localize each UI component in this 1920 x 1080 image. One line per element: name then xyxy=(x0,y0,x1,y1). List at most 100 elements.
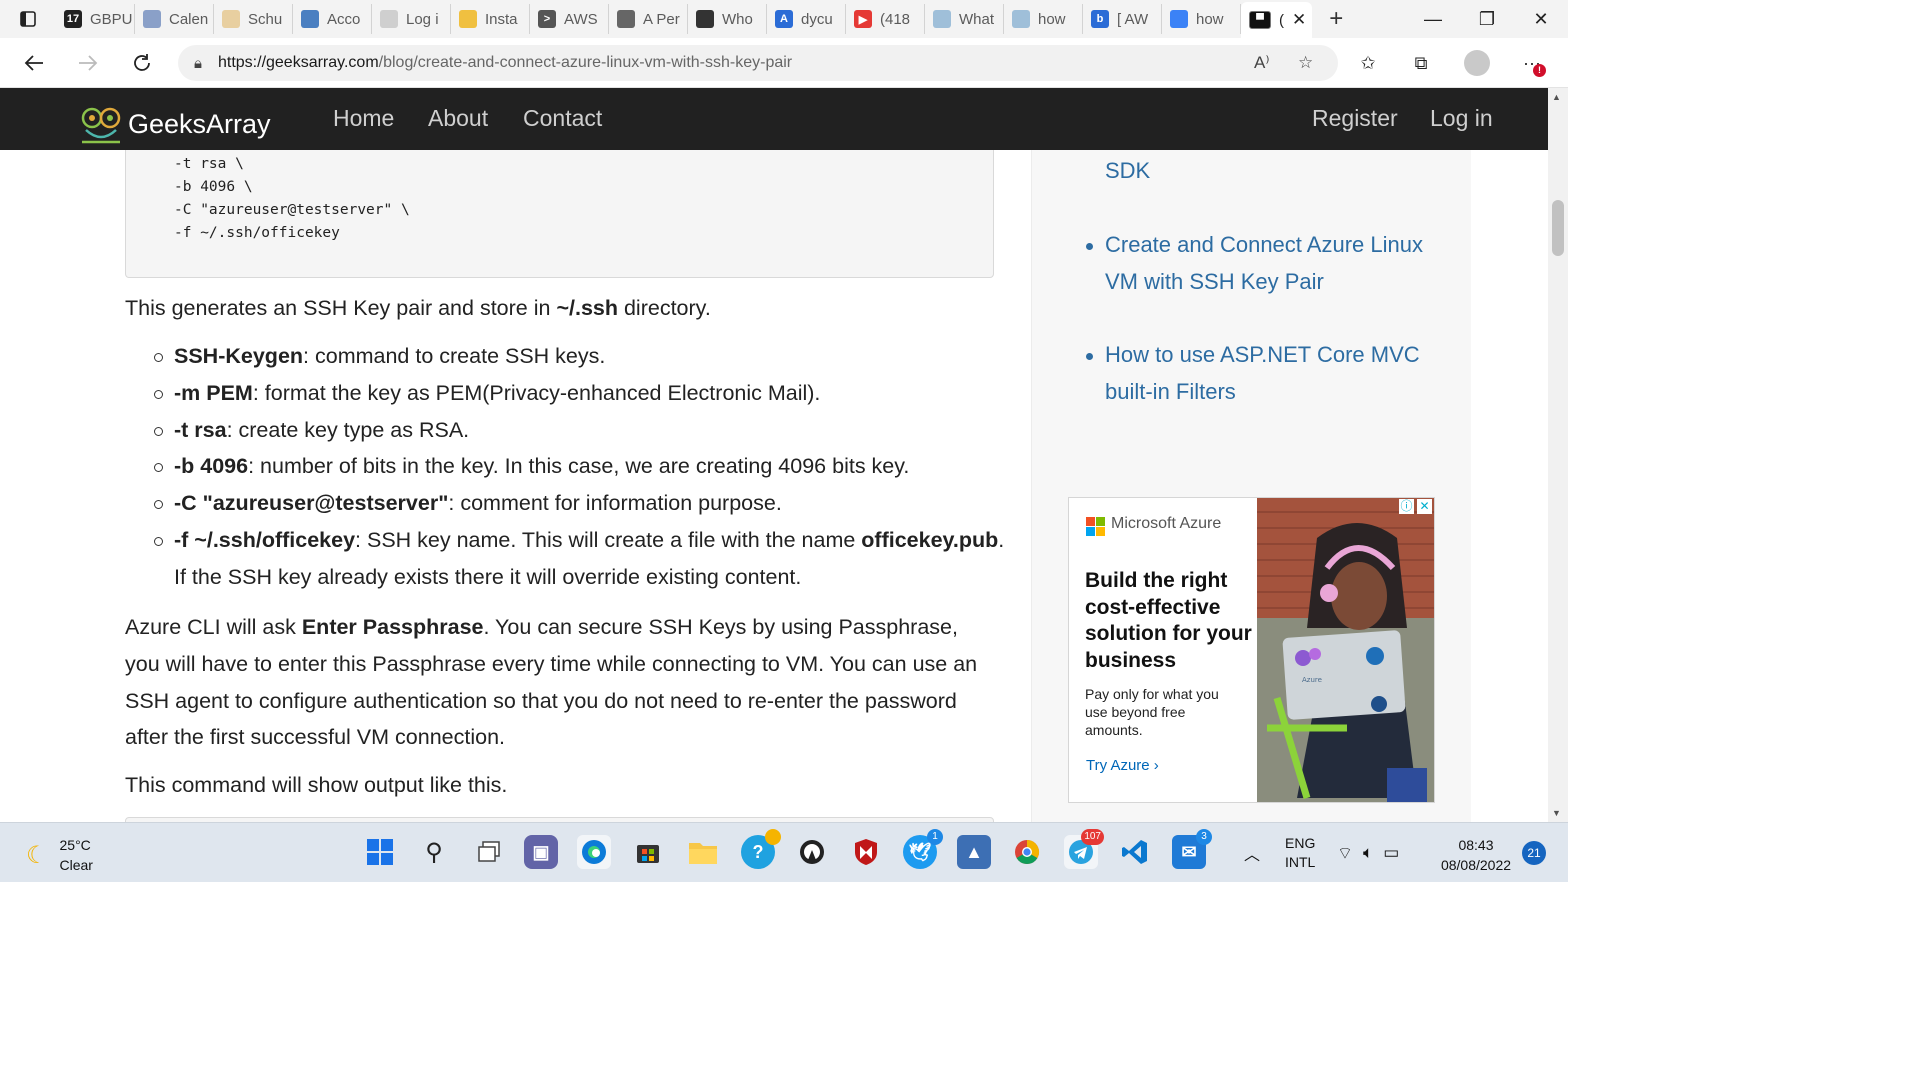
refresh-button[interactable] xyxy=(116,38,168,88)
search-button[interactable]: ⚲ xyxy=(417,835,451,869)
show-hidden-icons-button[interactable]: ︿ xyxy=(1244,823,1260,883)
ad-info-icon[interactable]: ⓘ xyxy=(1399,499,1414,514)
scroll-thumb[interactable] xyxy=(1552,200,1564,256)
browser-tab[interactable]: Log i xyxy=(372,4,451,34)
browser-tab[interactable]: What xyxy=(925,4,1004,34)
read-aloud-icon[interactable]: A⁾ xyxy=(1254,45,1270,81)
collections-button[interactable]: ⧉ xyxy=(1401,38,1441,88)
maximize-button[interactable]: ❐ xyxy=(1460,0,1514,38)
favorites-button[interactable]: ✩ xyxy=(1348,38,1388,88)
weather-widget[interactable]: ☾ 25°C Clear xyxy=(26,835,93,875)
nav-home-link[interactable]: Home xyxy=(333,105,394,132)
edge-taskbar-button[interactable] xyxy=(577,835,611,869)
sidebar-link-aspnet-filters[interactable]: How to use ASP.NET Core MVC built-in Fil… xyxy=(1105,337,1435,410)
tab-label: Schu xyxy=(248,10,283,28)
ad-close-icon[interactable]: ✕ xyxy=(1417,499,1432,514)
browser-tab[interactable]: 17 GBPU xyxy=(56,4,135,34)
store-button[interactable] xyxy=(631,835,665,869)
page-scrollbar[interactable]: ▲ ▼ xyxy=(1548,88,1568,822)
vscode-button[interactable] xyxy=(1118,835,1152,869)
minimize-button[interactable]: — xyxy=(1406,0,1460,38)
help-icon: ? xyxy=(752,841,764,862)
mail-button[interactable]: ✉ 3 xyxy=(1172,829,1212,869)
notification-center-badge[interactable]: 21 xyxy=(1522,841,1546,865)
profile-button[interactable] xyxy=(1457,38,1497,88)
ad-headline: Build the right cost-effective solution … xyxy=(1085,569,1252,672)
tab-label: A Per xyxy=(643,10,680,28)
helper-app-button[interactable]: ? xyxy=(741,829,781,869)
tab-active[interactable]: ▀ ( ✕ xyxy=(1241,2,1313,38)
settings-menu-button[interactable]: ···! xyxy=(1512,38,1552,88)
tab-actions-button[interactable] xyxy=(0,0,56,38)
browser-tab[interactable]: Acco xyxy=(293,4,372,34)
browser-tab[interactable]: A Per xyxy=(609,4,688,34)
system-clock[interactable]: 08:43 08/08/2022 xyxy=(1426,835,1526,875)
browser-tab[interactable]: Calen xyxy=(135,4,214,34)
sidebar-link-sdk[interactable]: SDK xyxy=(1105,153,1150,190)
sidebar-bullet xyxy=(1086,353,1093,360)
option-flag: -t rsa xyxy=(174,417,227,442)
close-tab-icon[interactable]: ✕ xyxy=(1292,10,1306,30)
forward-button[interactable] xyxy=(62,38,114,88)
tab-favicon-icon xyxy=(933,10,951,28)
ad-choices[interactable]: ⓘ ✕ xyxy=(1399,499,1432,514)
browser-tab[interactable]: Adycu xyxy=(767,4,846,34)
mcafee-shield-icon xyxy=(855,839,877,865)
new-tab-button[interactable]: + xyxy=(1312,5,1360,33)
azure-advertisement[interactable]: Microsoft Azure Build the right cost-eff… xyxy=(1068,497,1435,803)
scroll-down-arrow-icon[interactable]: ▼ xyxy=(1552,808,1561,818)
nav-register-link[interactable]: Register xyxy=(1312,105,1398,132)
input-language-button[interactable]: ENG INTL xyxy=(1285,823,1315,883)
laptop-sticker-text: Azure xyxy=(1302,676,1322,684)
browser-tab[interactable]: b [ AW xyxy=(1083,4,1162,34)
tab-favicon-icon: ▶ xyxy=(854,10,872,28)
tab-label: [ AW xyxy=(1117,10,1149,28)
file-explorer-button[interactable] xyxy=(686,835,720,869)
tab-favicon-icon: 17 xyxy=(64,10,82,28)
microsoft-logo-icon xyxy=(1086,517,1105,536)
back-button[interactable] xyxy=(8,38,60,88)
tab-favicon-icon xyxy=(1170,10,1188,28)
nav-about-link[interactable]: About xyxy=(428,105,488,132)
browser-tab[interactable]: Insta xyxy=(451,4,530,34)
add-favorite-icon[interactable]: ☆ xyxy=(1298,45,1313,81)
brand-name: GeeksArray xyxy=(128,108,271,139)
scroll-up-arrow-icon[interactable]: ▲ xyxy=(1552,92,1561,102)
openvpn-button[interactable] xyxy=(795,835,829,869)
option-list-item: SSH-Keygen: command to create SSH keys. xyxy=(150,338,1010,375)
browser-tab[interactable]: > AWS xyxy=(530,4,609,34)
browser-tab[interactable]: Schu xyxy=(214,4,293,34)
favorites-icon: ✩ xyxy=(1360,52,1376,73)
wifi-icon: ⌔ xyxy=(1337,843,1353,863)
start-button[interactable] xyxy=(363,835,397,869)
lock-icon[interactable]: 🔒︎ xyxy=(194,55,202,72)
tab-label: how xyxy=(1196,10,1224,28)
chrome-button[interactable] xyxy=(1010,835,1044,869)
pub-file-name: officekey.pub xyxy=(861,527,999,552)
telegram-button[interactable]: 107 xyxy=(1064,829,1104,869)
teams-chat-button[interactable]: ▣ xyxy=(524,835,558,869)
twitter-button[interactable]: 🕊︎ 1 xyxy=(903,829,943,869)
close-window-button[interactable]: ✕ xyxy=(1514,0,1568,38)
task-view-icon xyxy=(478,841,500,862)
mcafee-button[interactable] xyxy=(849,835,883,869)
refresh-icon xyxy=(134,53,150,71)
nav-contact-link[interactable]: Contact xyxy=(523,105,602,132)
browser-tab[interactable]: ▶ (418 xyxy=(846,4,925,34)
browser-tab[interactable]: how xyxy=(1004,4,1083,34)
tab-label: Who xyxy=(722,10,753,28)
task-view-button[interactable] xyxy=(472,835,506,869)
browser-tab[interactable]: how xyxy=(1162,4,1241,34)
tab-label: dycu xyxy=(801,10,833,28)
option-description: : command to create SSH keys. xyxy=(303,344,606,368)
quick-settings-button[interactable]: ⌔ 🔈︎ ▭ xyxy=(1337,823,1399,883)
nav-login-link[interactable]: Log in xyxy=(1430,105,1493,132)
tab-favicon-icon: > xyxy=(538,10,556,28)
browser-tab[interactable]: Who xyxy=(688,4,767,34)
site-logo[interactable]: GeeksArray xyxy=(78,104,271,144)
sidebar-link-azure-linux-vm[interactable]: Create and Connect Azure Linux VM with S… xyxy=(1105,227,1435,300)
photos-button[interactable]: ▲ xyxy=(957,835,991,869)
address-bar[interactable]: 🔒︎ https://geeksarray.com/blog/create-an… xyxy=(178,45,1338,81)
language-code: ENG xyxy=(1285,835,1316,851)
try-azure-link[interactable]: Try Azure › xyxy=(1086,757,1159,774)
